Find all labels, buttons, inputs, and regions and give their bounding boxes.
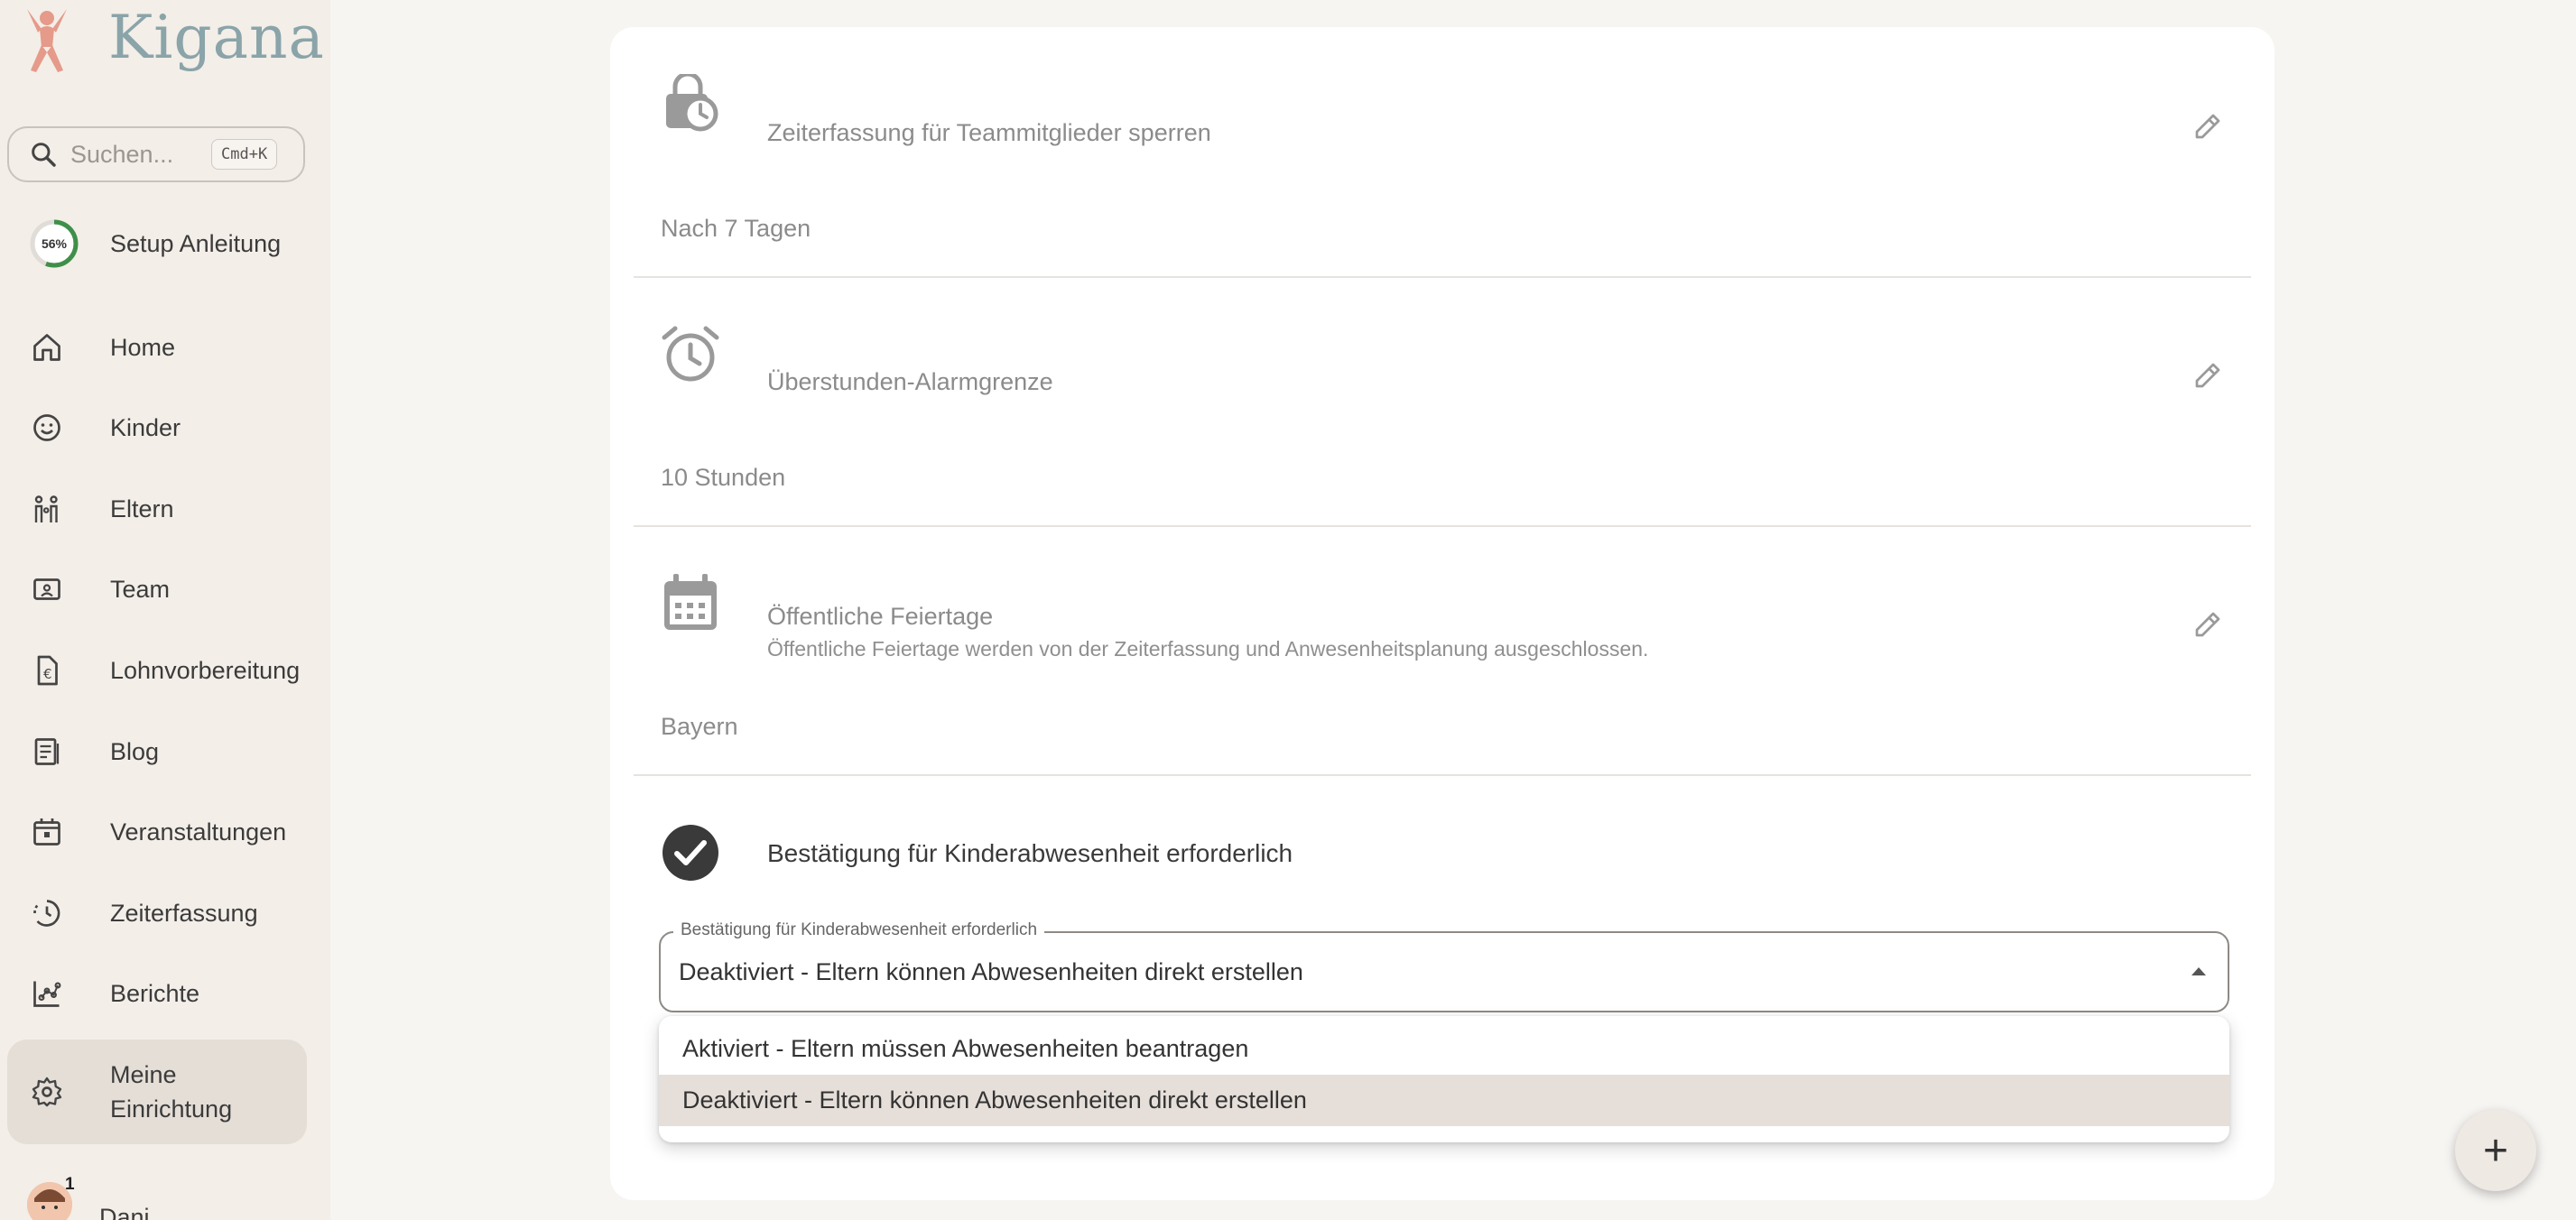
euro-document-icon: € <box>37 655 58 686</box>
select-value: Deaktiviert - Eltern können Abwesenheite… <box>679 958 1303 985</box>
sidebar-item-meine-einrichtung[interactable]: Meine Einrichtung <box>7 1040 307 1144</box>
setup-progress-ring: 56% <box>30 219 79 268</box>
setting-title: Bestätigung für Kinderabwesenheit erford… <box>767 839 1293 867</box>
setting-absence-confirmation: Bestätigung für Kinderabwesenheit erford… <box>634 823 2251 913</box>
article-icon <box>34 738 60 765</box>
search-shortcut: Cmd+K <box>211 139 278 170</box>
chart-icon <box>33 981 61 1007</box>
setting-value: Bayern <box>661 713 738 740</box>
setting-title: Überstunden-Alarmgrenze <box>767 368 1053 395</box>
setting-value: 10 Stunden <box>661 464 786 491</box>
add-button[interactable]: + <box>2455 1110 2536 1191</box>
dropdown-option-selected[interactable]: Deaktiviert - Eltern können Abwesenheite… <box>659 1075 2229 1126</box>
sidebar-item-kinder[interactable]: Kinder <box>7 392 307 464</box>
sidebar-item-label: Zeiterfassung <box>110 900 258 927</box>
setting-overtime-alarm: Überstunden-Alarmgrenze 10 Stunden <box>634 325 2251 491</box>
pencil-icon[interactable] <box>2191 608 2224 641</box>
calendar-icon <box>33 818 60 846</box>
setting-subtitle: Öffentliche Feiertage werden von der Zei… <box>767 637 1649 661</box>
sidebar-item-label: Meine Einrichtung <box>110 1061 233 1123</box>
user-name[interactable]: Dani <box>99 1204 150 1220</box>
sidebar-item-eltern[interactable]: Eltern <box>7 473 307 545</box>
gear-icon <box>32 1077 62 1107</box>
sidebar-item-label: Eltern <box>110 495 174 522</box>
select-dropdown-menu: Aktiviert - Eltern müssen Abwesenheiten … <box>659 1016 2229 1142</box>
absence-confirmation-select[interactable]: Bestätigung für Kinderabwesenheit erford… <box>659 920 2229 1012</box>
setting-title: Zeiterfassung für Teammitglieder sperren <box>767 119 1211 146</box>
logo[interactable]: Kigana <box>20 2 324 74</box>
search-box[interactable]: Suchen... Cmd+K <box>7 126 305 182</box>
setup-progress-text: 56% <box>42 236 68 251</box>
dropdown-option[interactable]: Aktiviert - Eltern müssen Abwesenheiten … <box>659 1023 2229 1075</box>
notification-badge: 1 <box>65 1175 75 1194</box>
app-name: Kigana <box>108 3 325 72</box>
sidebar-item-label: Veranstaltungen <box>110 818 287 846</box>
sidebar: Kigana Suchen... Cmd+K 56% Setup Anleitu… <box>0 0 330 1220</box>
svg-text:€: € <box>43 666 52 682</box>
sidebar-item-label: Blog <box>110 738 160 765</box>
sidebar-item-setup[interactable]: 56% Setup Anleitung <box>7 208 307 280</box>
sidebar-item-label: Team <box>110 576 171 603</box>
settings-card: Zeiterfassung für Teammitglieder sperren… <box>610 27 2275 1200</box>
sidebar-item-veranstaltungen[interactable]: Veranstaltungen <box>7 796 307 868</box>
lock-clock-icon <box>666 74 718 132</box>
sidebar-item-berichte[interactable]: Berichte <box>7 957 307 1030</box>
search-icon <box>32 143 56 167</box>
sidebar-item-label: Berichte <box>110 980 200 1007</box>
pencil-icon[interactable] <box>2191 110 2224 143</box>
home-icon <box>33 334 60 361</box>
check-circle-icon <box>663 825 718 881</box>
pencil-icon[interactable] <box>2191 359 2224 392</box>
sidebar-item-lohnvorbereitung[interactable]: € Lohnvorbereitung <box>7 634 307 707</box>
sidebar-item-label: Kinder <box>110 414 181 441</box>
divider <box>634 774 2251 776</box>
kigana-logo-icon <box>27 9 67 72</box>
setting-lock-timetracking: Zeiterfassung für Teammitglieder sperren… <box>634 74 2251 242</box>
alarm-clock-icon <box>662 326 719 382</box>
setting-title: Öffentliche Feiertage <box>767 603 994 630</box>
sidebar-item-label: Home <box>110 334 176 361</box>
setting-public-holidays: Öffentliche Feiertage Öffentliche Feiert… <box>634 574 2251 740</box>
sidebar-item-label: Setup Anleitung <box>110 230 282 257</box>
sidebar-item-label: Lohnvorbereitung <box>110 657 301 684</box>
smiley-icon <box>33 414 60 441</box>
caret-up-icon[interactable] <box>2191 967 2206 975</box>
calendar-icon <box>664 574 717 630</box>
sidebar-item-home[interactable]: Home <box>7 311 307 384</box>
badge-icon <box>33 578 60 600</box>
family-icon <box>34 495 58 522</box>
select-label: Bestätigung für Kinderabwesenheit erford… <box>673 920 1045 940</box>
clock-history-icon <box>33 900 60 927</box>
sidebar-item-blog[interactable]: Blog <box>7 716 307 788</box>
sidebar-item-team[interactable]: Team <box>7 553 307 625</box>
setting-value: Nach 7 Tagen <box>661 215 811 242</box>
search-input[interactable]: Suchen... <box>70 141 206 169</box>
divider <box>634 525 2251 527</box>
divider <box>634 276 2251 278</box>
sidebar-item-zeiterfassung[interactable]: Zeiterfassung <box>7 877 307 949</box>
